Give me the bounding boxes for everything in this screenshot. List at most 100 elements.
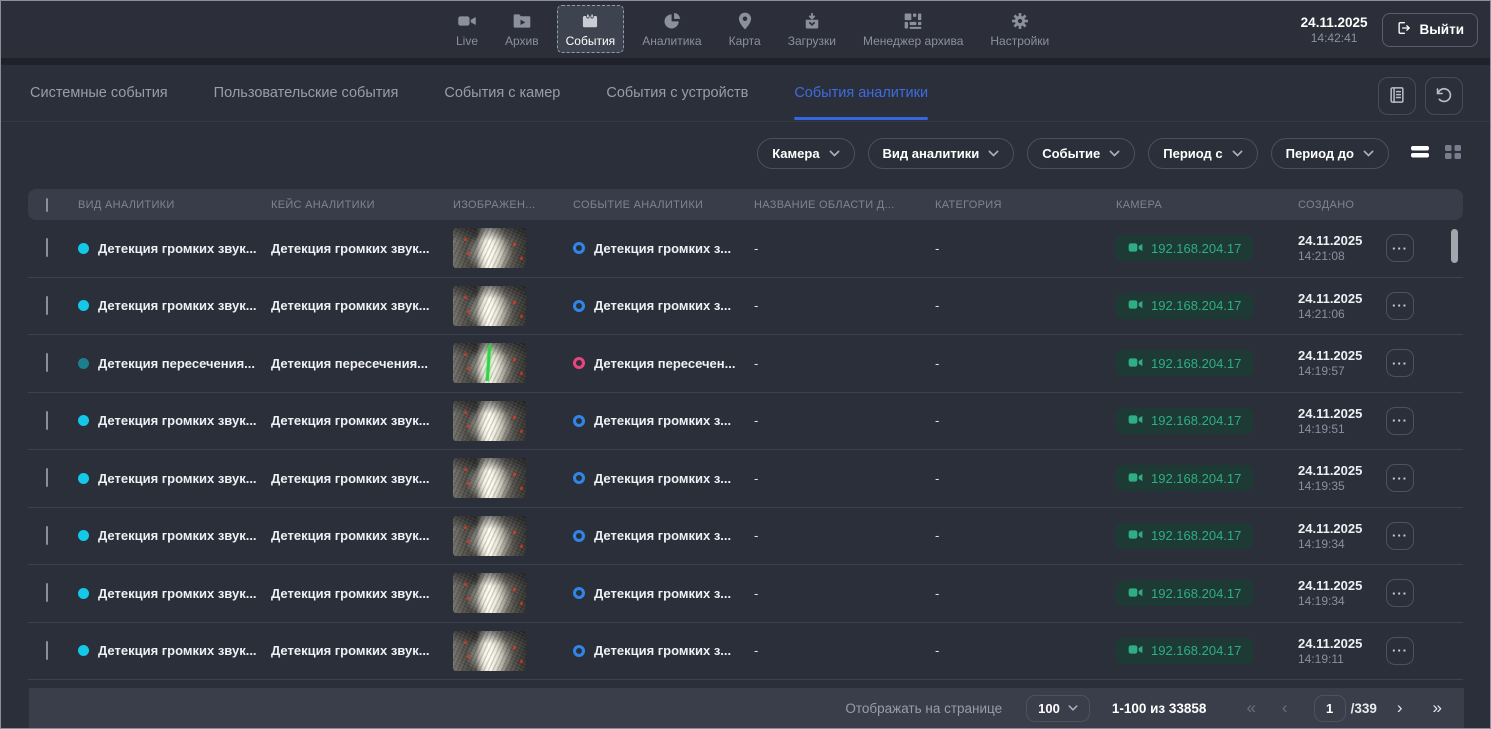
row-checkbox[interactable]: [46, 411, 48, 430]
chevron-down-icon: [1068, 705, 1078, 711]
row-checkbox[interactable]: [46, 296, 48, 315]
table-row[interactable]: Детекция громких звук... Детекция громки…: [28, 565, 1463, 623]
list-view-button[interactable]: [1409, 143, 1431, 164]
event-thumbnail[interactable]: [453, 458, 526, 498]
journal-icon: [1387, 85, 1407, 108]
nav-item-map[interactable]: Карта: [720, 5, 770, 53]
nav-label: Загрузки: [788, 34, 836, 48]
row-checkbox[interactable]: [46, 583, 48, 602]
row-actions-button[interactable]: ···: [1386, 292, 1414, 320]
results-range-label: 1-100 из 33858: [1112, 701, 1207, 716]
row-checkbox[interactable]: [46, 468, 48, 487]
topbar-divider: [1, 58, 1490, 65]
journal-button[interactable]: [1378, 77, 1416, 115]
row-checkbox[interactable]: [46, 641, 48, 660]
current-page-input[interactable]: 1: [1314, 695, 1346, 722]
event-thumbnail[interactable]: [453, 343, 526, 383]
filter-period-to[interactable]: Период до: [1271, 138, 1389, 169]
tab-device-events[interactable]: События с устройств: [606, 65, 748, 121]
analytics-case-label: Детекция пересечения...: [271, 356, 453, 371]
tab-camera-events[interactable]: События с камер: [444, 65, 560, 121]
col-image: ИЗОБРАЖЕН...: [453, 199, 573, 211]
filter-event[interactable]: Событие: [1027, 138, 1135, 169]
camera-icon: [1128, 471, 1143, 486]
first-page-button[interactable]: «: [1244, 698, 1257, 718]
last-page-button[interactable]: »: [1431, 698, 1444, 718]
nav-item-archive-manager[interactable]: Менеджер архива: [854, 5, 972, 53]
row-checkbox[interactable]: [46, 353, 48, 372]
created-date: 24.11.2025: [1298, 636, 1386, 651]
analytics-case-label: Детекция громких звук...: [271, 586, 453, 601]
category-value: -: [935, 528, 1116, 543]
table-row[interactable]: Детекция громких звук... Детекция громки…: [28, 393, 1463, 451]
table-row[interactable]: Детекция громких звук... Детекция громки…: [28, 278, 1463, 336]
event-thumbnail[interactable]: [453, 631, 526, 671]
event-thumbnail[interactable]: [453, 228, 526, 268]
vertical-scrollbar-thumb[interactable]: [1451, 229, 1458, 263]
tab-system-events[interactable]: Системные события: [30, 65, 168, 121]
table-row[interactable]: Детекция громких звук... Детекция громки…: [28, 508, 1463, 566]
area-name-value: -: [754, 643, 935, 658]
row-actions-button[interactable]: ···: [1386, 464, 1414, 492]
area-name-value: -: [754, 413, 935, 428]
row-actions-button[interactable]: ···: [1386, 234, 1414, 262]
table-row[interactable]: Детекция громких звук... Детекция громки…: [28, 450, 1463, 508]
event-thumbnail[interactable]: [453, 516, 526, 556]
analytics-event-ring-icon: [573, 242, 585, 254]
top-bar: Live Архив События Аналитика: [1, 1, 1490, 58]
table-row[interactable]: Детекция пересечения... Детекция пересеч…: [28, 335, 1463, 393]
col-category: КАТЕГОРИЯ: [935, 199, 1116, 211]
row-actions-button[interactable]: ···: [1386, 579, 1414, 607]
analytics-case-label: Детекция громких звук...: [271, 413, 453, 428]
row-checkbox[interactable]: [46, 526, 48, 545]
refresh-button[interactable]: [1425, 77, 1463, 115]
nav-item-settings[interactable]: Настройки: [981, 5, 1058, 53]
filter-camera[interactable]: Камера: [757, 138, 854, 169]
row-actions-button[interactable]: ···: [1386, 637, 1414, 665]
table-row[interactable]: ···: [28, 680, 1463, 688]
nav-item-archive[interactable]: Архив: [496, 5, 548, 53]
analytics-type-dot-icon: [78, 243, 89, 254]
view-toggles: [1409, 143, 1463, 164]
camera-ip-label: 192.168.204.17: [1151, 471, 1241, 486]
filter-label: Вид аналитики: [883, 146, 980, 161]
filter-period-from[interactable]: Период с: [1148, 138, 1257, 169]
page-size-select[interactable]: 100: [1026, 695, 1090, 722]
analytics-type-dot-icon: [78, 300, 89, 311]
created-cell: 24.11.2025 14:21:06: [1298, 291, 1386, 321]
nav-item-live[interactable]: Live: [447, 5, 487, 53]
analytics-event-label: Детекция громких з...: [594, 586, 731, 601]
event-thumbnail[interactable]: [453, 573, 526, 613]
logout-icon: [1396, 20, 1412, 39]
event-thumbnail[interactable]: [453, 286, 526, 326]
next-page-button[interactable]: ›: [1395, 698, 1405, 718]
downloads-icon: [802, 11, 822, 31]
table-row[interactable]: Детекция громких звук... Детекция громки…: [28, 623, 1463, 681]
camera-icon: [1128, 356, 1143, 371]
nav-item-downloads[interactable]: Загрузки: [779, 5, 845, 53]
logout-button[interactable]: Выйти: [1382, 13, 1479, 47]
nav-item-analytics[interactable]: Аналитика: [633, 5, 710, 53]
camera-icon: [1128, 241, 1143, 256]
select-all-checkbox[interactable]: [46, 198, 48, 212]
row-actions-button[interactable]: ···: [1386, 522, 1414, 550]
prev-page-button[interactable]: ‹: [1280, 698, 1290, 718]
row-checkbox[interactable]: [46, 238, 48, 257]
grid-view-button[interactable]: [1443, 143, 1463, 164]
category-value: -: [935, 643, 1116, 658]
event-thumbnail[interactable]: [453, 401, 526, 441]
table-row[interactable]: Детекция громких звук... Детекция громки…: [28, 220, 1463, 278]
created-time: 14:21:06: [1298, 307, 1386, 321]
filter-label: Период до: [1286, 146, 1354, 161]
nav-item-events[interactable]: События: [557, 5, 625, 53]
camera-icon: [1128, 298, 1143, 313]
analytics-event-ring-icon: [573, 472, 585, 484]
row-actions-button[interactable]: ···: [1386, 349, 1414, 377]
row-actions-button[interactable]: ···: [1386, 407, 1414, 435]
created-date: 24.11.2025: [1298, 406, 1386, 421]
tab-user-events[interactable]: Пользовательские события: [214, 65, 399, 121]
filter-analytics-type[interactable]: Вид аналитики: [868, 138, 1015, 169]
nav-label: Архив: [505, 34, 539, 48]
tab-analytics-events[interactable]: События аналитики: [794, 65, 928, 121]
analytics-type-label: Детекция громких звук...: [98, 586, 257, 601]
